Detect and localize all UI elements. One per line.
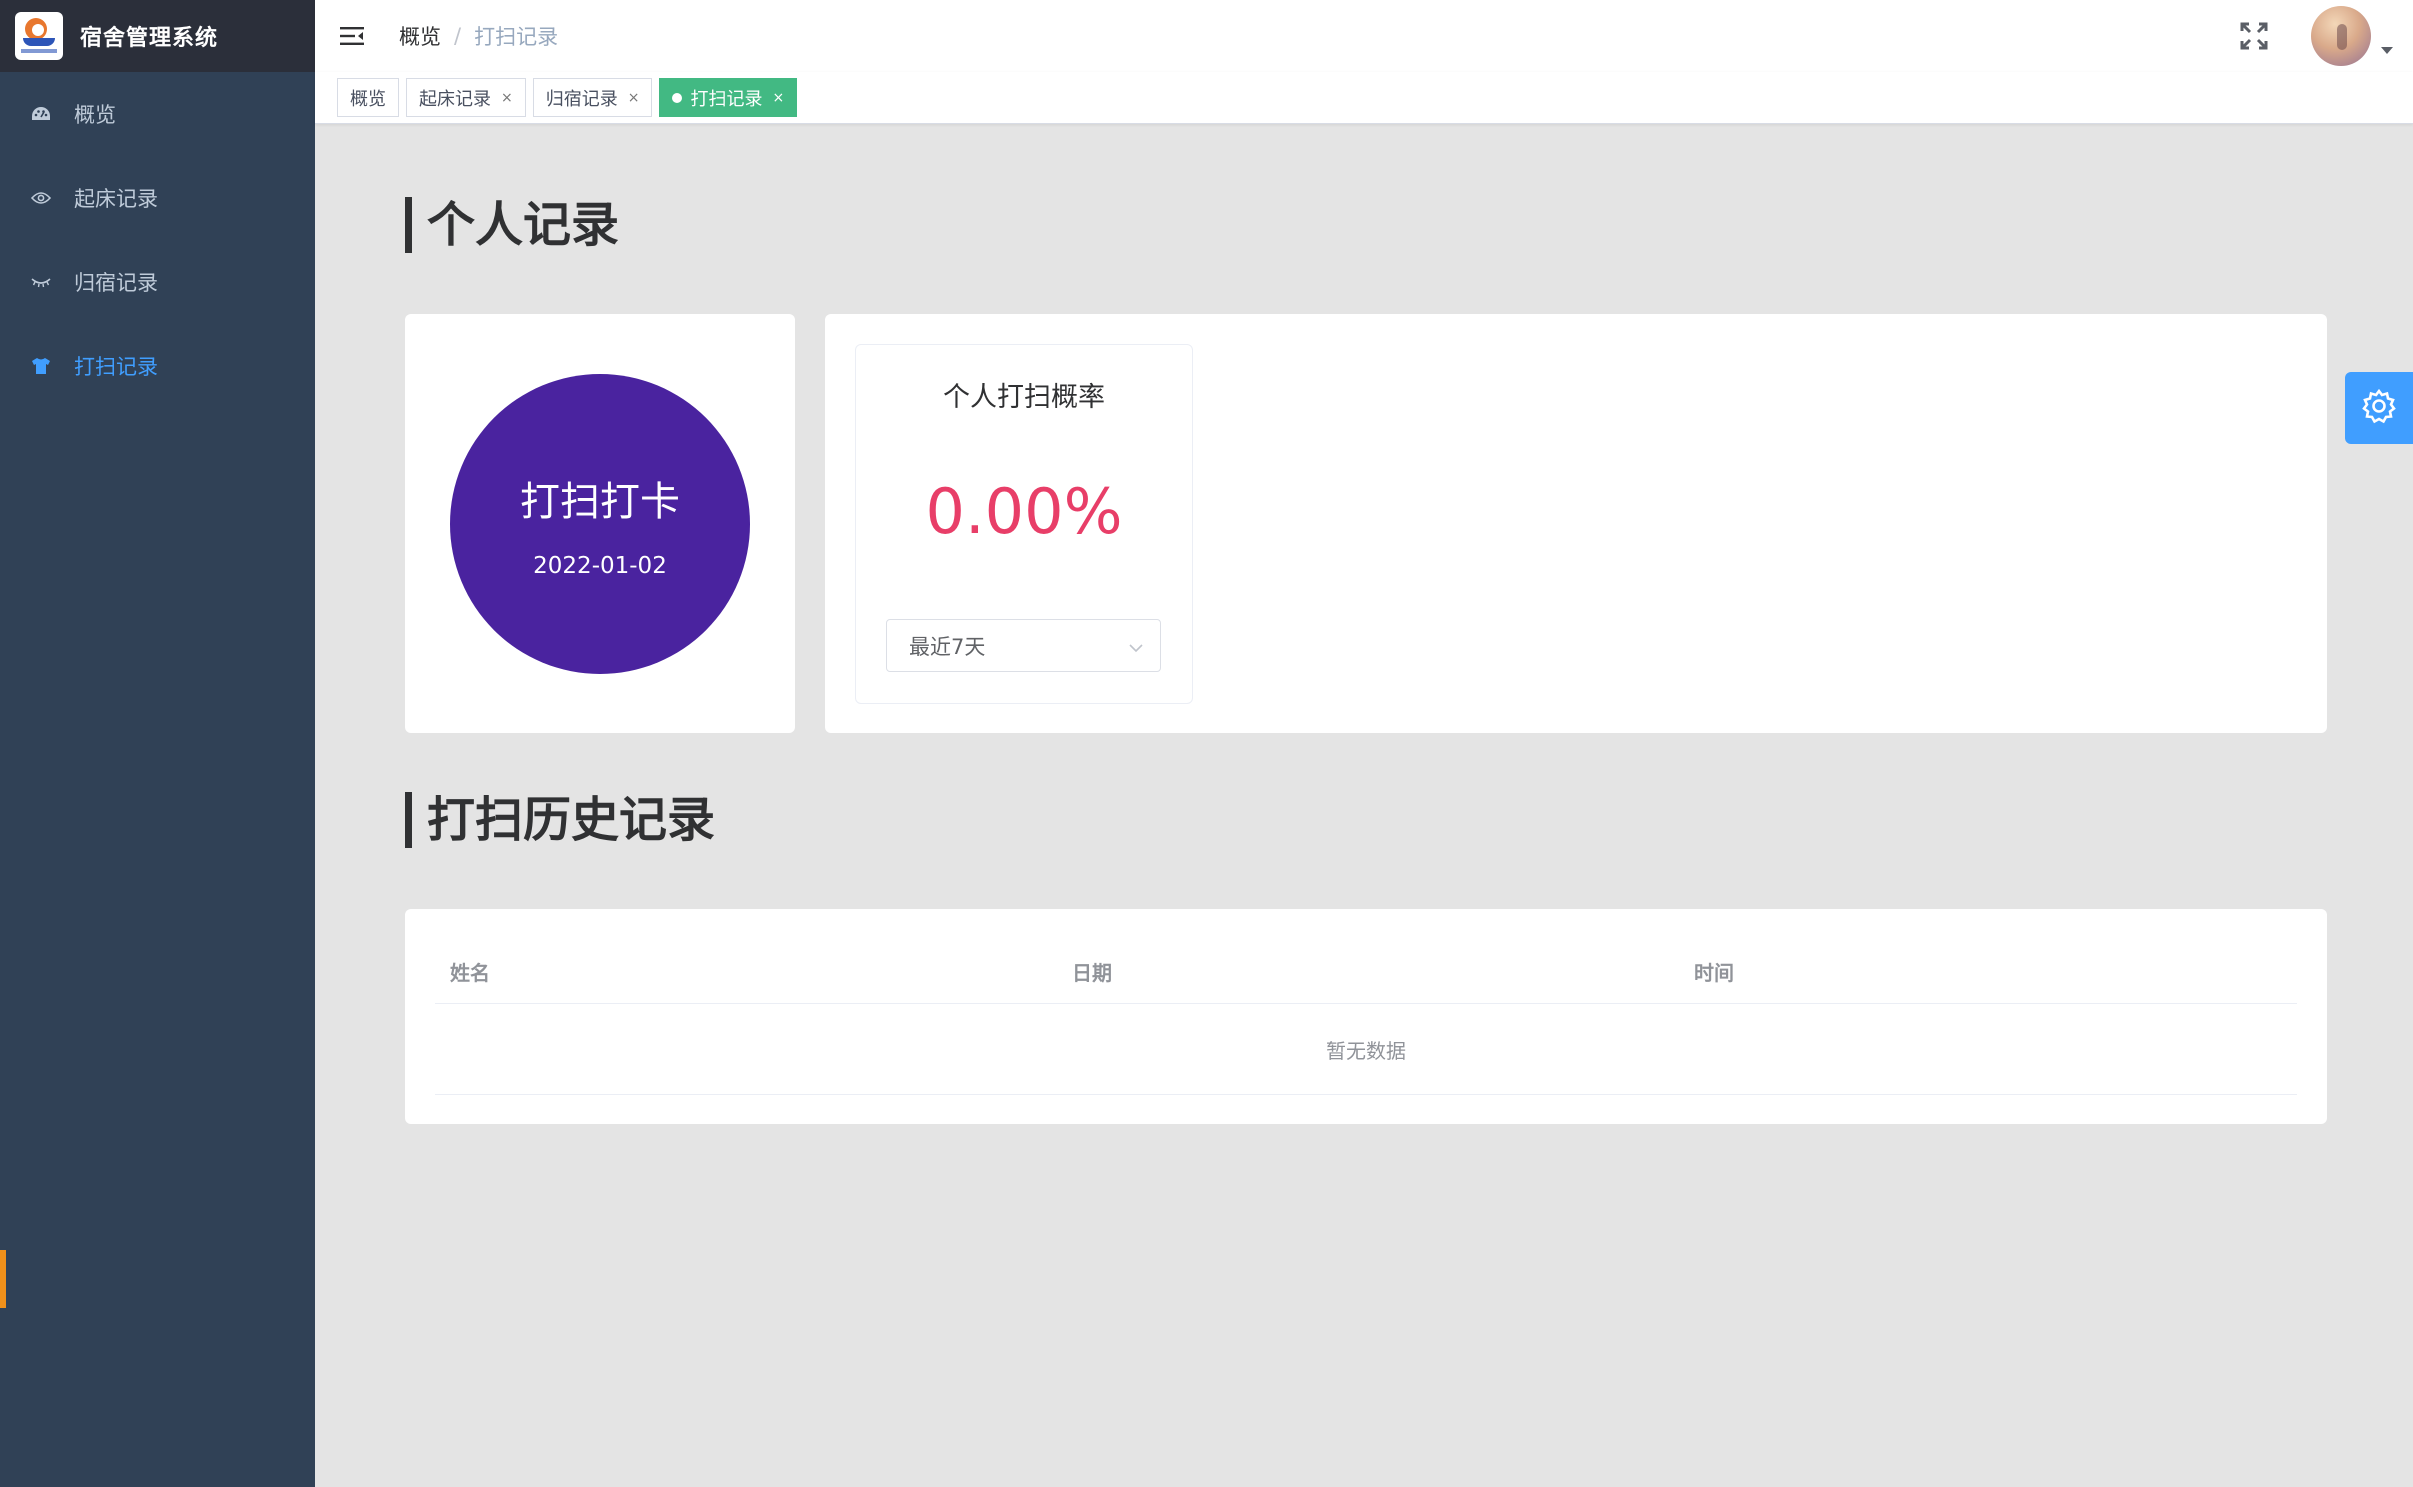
date-range-select[interactable]: 最近7天	[886, 619, 1161, 672]
caret-down-icon	[2381, 46, 2393, 54]
tag-return-records[interactable]: 归宿记录 ×	[532, 78, 653, 117]
eye-closed-icon	[30, 271, 52, 293]
sidebar-item-label: 归宿记录	[74, 271, 158, 295]
avatar[interactable]	[2311, 6, 2371, 66]
sidebar-item-label: 概览	[74, 103, 116, 127]
close-icon[interactable]: ×	[501, 90, 513, 106]
sidebar-item-wakeup-records[interactable]: 起床记录	[0, 156, 315, 240]
navbar: 概览 / 打扫记录	[315, 0, 2413, 72]
breadcrumb-current: 打扫记录	[474, 25, 559, 49]
checkin-date: 2022-01-02	[533, 553, 667, 579]
brand[interactable]: 宿舍管理系统	[0, 0, 315, 72]
breadcrumb-separator: /	[454, 24, 462, 48]
active-dot-icon	[672, 92, 683, 103]
sidebar-item-return-records[interactable]: 归宿记录	[0, 240, 315, 324]
column-header-time: 时间	[1694, 960, 1734, 985]
cleaning-rate-box: 个人打扫概率 0.00% 最近7天	[855, 344, 1193, 704]
breadcrumb-home[interactable]: 概览	[399, 21, 441, 51]
app-logo	[15, 12, 63, 60]
column-header-name: 姓名	[450, 960, 490, 985]
eye-icon	[30, 187, 52, 209]
checkin-button[interactable]: 打扫打卡 2022-01-02	[450, 374, 750, 674]
select-value: 最近7天	[909, 634, 986, 659]
table-header: 姓名 日期 时间	[435, 939, 2297, 1004]
stats-card: 个人打扫概率 0.00% 最近7天	[825, 314, 2327, 733]
sidebar-menu: 概览 起床记录 归宿记录 打扫记录	[0, 72, 315, 408]
tag-cleaning-records[interactable]: 打扫记录 ×	[659, 78, 798, 117]
fullscreen-icon[interactable]	[2239, 21, 2269, 51]
close-icon[interactable]: ×	[772, 90, 784, 106]
tags-view: 概览 起床记录 × 归宿记录 × 打扫记录 ×	[315, 72, 2413, 124]
sidebar: 宿舍管理系统 概览 起床记录 归宿记录 打扫记录	[0, 0, 315, 1487]
chevron-down-icon	[1128, 637, 1144, 653]
tag-label: 起床记录	[419, 88, 491, 110]
stat-title: 个人打扫概率	[943, 382, 1105, 413]
sidebar-item-cleaning-records[interactable]: 打扫记录	[0, 324, 315, 408]
tag-label: 归宿记录	[545, 88, 618, 110]
sidebar-item-label: 起床记录	[74, 187, 158, 211]
checkin-card: 打扫打卡 2022-01-02	[405, 314, 795, 733]
navbar-right	[2239, 0, 2393, 72]
checkin-title: 打扫打卡	[520, 479, 680, 525]
dashboard-icon	[30, 103, 52, 125]
tag-label: 概览	[350, 88, 386, 110]
sidebar-item-overview[interactable]: 概览	[0, 72, 315, 156]
history-section-title: 打扫历史记录	[405, 792, 715, 848]
sidebar-indicator	[0, 1250, 6, 1308]
close-icon[interactable]: ×	[628, 90, 640, 106]
table-empty-text: 暂无数据	[435, 1005, 2297, 1095]
app-title: 宿舍管理系统	[80, 26, 219, 51]
hamburger-icon[interactable]	[340, 23, 366, 49]
personal-section-title: 个人记录	[405, 197, 619, 253]
tag-label: 打扫记录	[690, 88, 763, 110]
column-header-date: 日期	[1072, 960, 1112, 985]
user-menu[interactable]	[2311, 6, 2393, 66]
breadcrumb: 概览 / 打扫记录	[399, 21, 558, 51]
stat-value: 0.00%	[925, 475, 1123, 548]
tag-wakeup-records[interactable]: 起床记录 ×	[406, 78, 526, 117]
settings-button[interactable]	[2345, 372, 2413, 444]
shirt-icon	[30, 355, 52, 377]
gear-icon	[2361, 388, 2397, 428]
tag-overview[interactable]: 概览	[337, 78, 399, 117]
sidebar-item-label: 打扫记录	[74, 355, 158, 379]
history-table-card: 姓名 日期 时间 暂无数据	[405, 909, 2327, 1124]
